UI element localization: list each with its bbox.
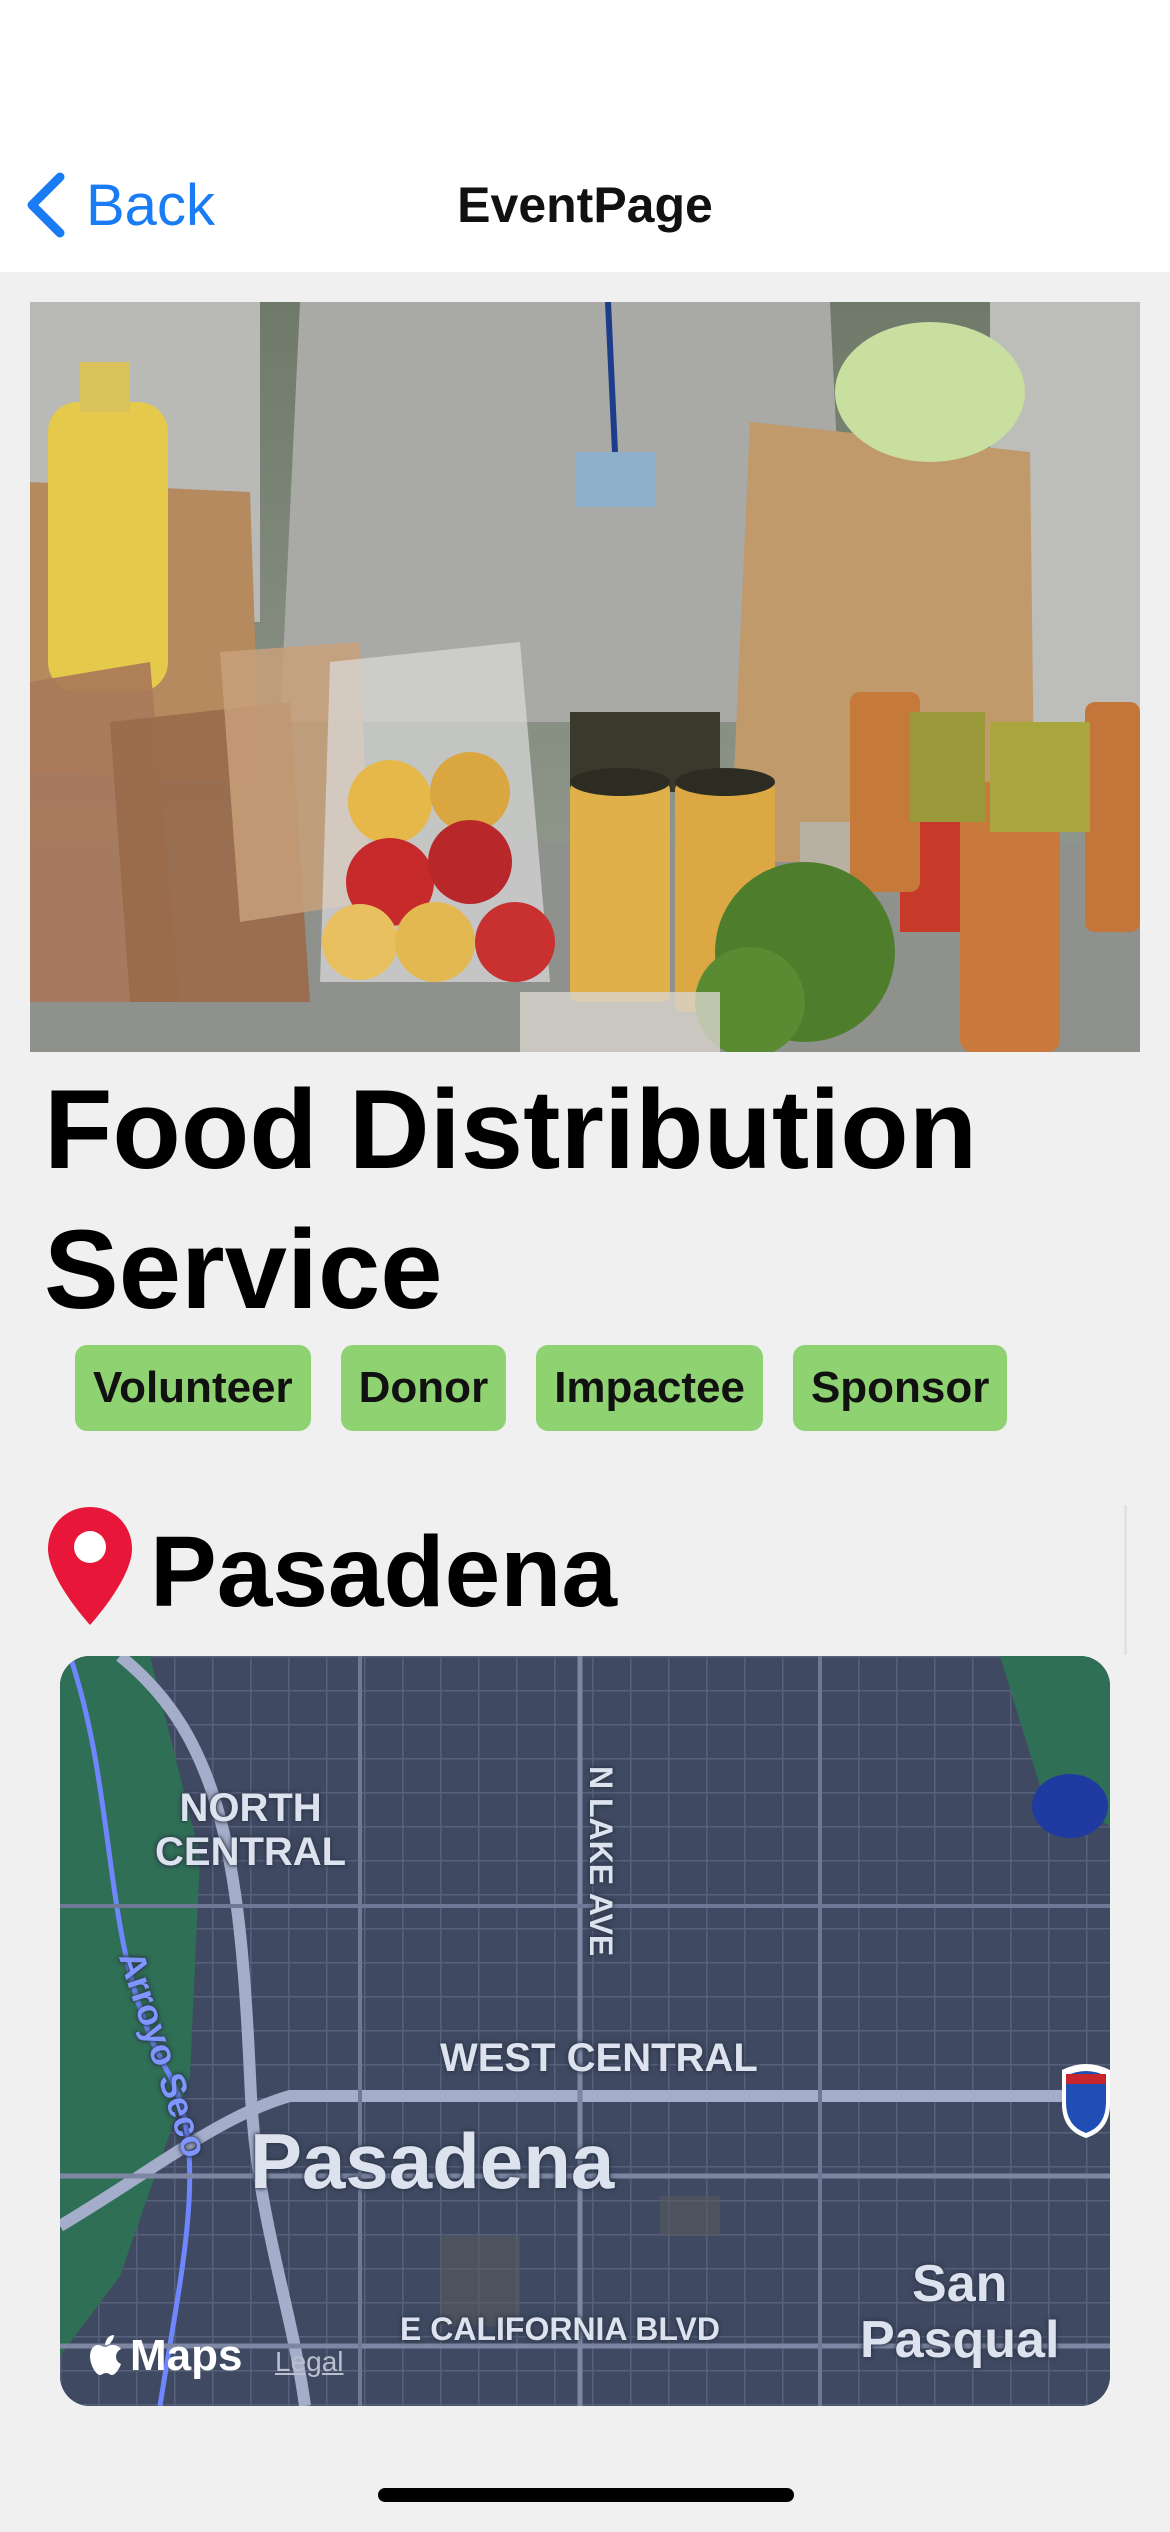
event-page: Back EventPage Food Distribution Service… xyxy=(0,0,1170,2532)
map-label-west-central: WEST CENTRAL xyxy=(440,2036,758,2080)
tag-impactee[interactable]: Impactee xyxy=(536,1345,763,1431)
navigation-bar: Back EventPage xyxy=(0,0,1170,272)
apple-icon xyxy=(90,2335,121,2375)
map-label-north: NORTH xyxy=(179,1786,322,1830)
maps-logo-text: Maps xyxy=(130,2331,243,2380)
event-title: Food Distribution Service xyxy=(44,1067,978,1332)
event-image xyxy=(30,302,1140,1052)
tag-volunteer[interactable]: Volunteer xyxy=(75,1345,311,1431)
map-label-lake-ave: N LAKE AVE xyxy=(583,1766,619,1957)
tag-donor[interactable]: Donor xyxy=(340,1345,507,1431)
interstate-shield-icon xyxy=(1062,2064,1110,2138)
location-map[interactable]: NORTH CENTRAL N LAKE AVE WEST CENTRAL Pa… xyxy=(60,1656,1110,2406)
role-tags: Volunteer Donor Impactee Sponsor xyxy=(75,1345,1008,1431)
map-pin-icon xyxy=(48,1507,132,1625)
map-label-central: CENTRAL xyxy=(155,1830,347,1874)
map-label-pasqual: Pasqual xyxy=(860,2311,1060,2369)
scroll-indicator xyxy=(1124,1505,1127,1655)
map-label-san-pasqual: San Pasqual xyxy=(860,2256,1059,2368)
map-label-san: San xyxy=(912,2255,1008,2313)
maps-logo: Maps xyxy=(90,2331,242,2381)
location-name: Pasadena xyxy=(150,1516,617,1628)
home-indicator[interactable] xyxy=(378,2488,794,2502)
page-title: EventPage xyxy=(457,177,713,233)
legal-link[interactable]: Legal xyxy=(275,2346,344,2378)
tag-sponsor[interactable]: Sponsor xyxy=(792,1345,1008,1431)
map-label-north-central: NORTH CENTRAL xyxy=(155,1786,346,1874)
map-label-city: Pasadena xyxy=(250,2117,615,2205)
map-label-california-blvd: E CALIFORNIA BLVD xyxy=(400,2311,720,2347)
